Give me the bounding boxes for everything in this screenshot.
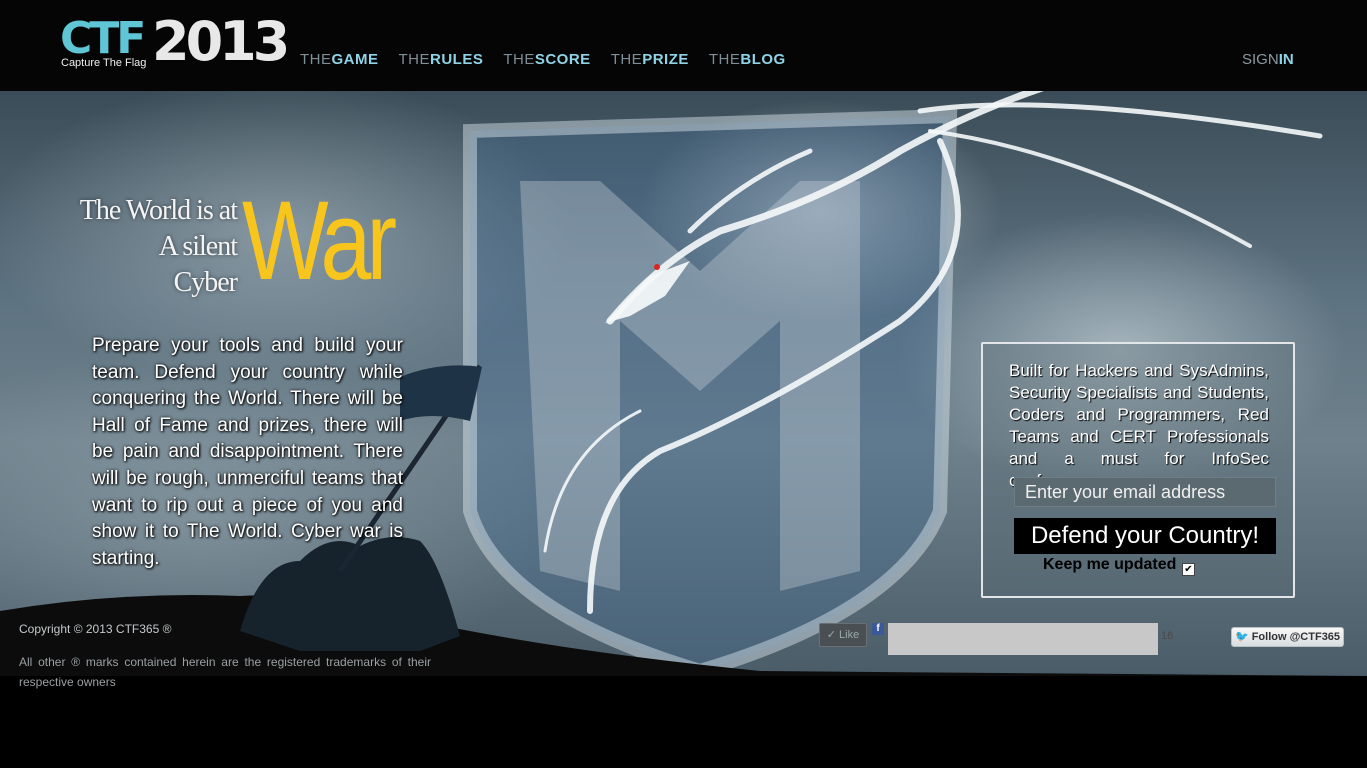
tagline-line-3: Cyber bbox=[173, 267, 238, 298]
nav-rules[interactable]: THERULES bbox=[399, 51, 484, 71]
signin-label: IN bbox=[1278, 51, 1294, 68]
main-nav: THEGAME THERULES THESCORE THEPRIZE THEBL… bbox=[300, 51, 806, 71]
nav-label: BLOG bbox=[740, 51, 786, 68]
defend-country-button[interactable]: Defend your Country! bbox=[1014, 518, 1276, 554]
like-count: 16 bbox=[1161, 630, 1174, 642]
copyright-text: Copyright © 2013 CTF365 ® bbox=[19, 622, 172, 636]
nav-game[interactable]: THEGAME bbox=[300, 51, 379, 71]
twitter-bird-icon: 🐦 bbox=[1234, 631, 1249, 643]
facebook-like-box bbox=[888, 623, 1158, 655]
dragon-eye bbox=[654, 264, 660, 270]
nav-prefix: THE bbox=[300, 51, 332, 68]
trademark-notice: All other ® marks contained herein are t… bbox=[19, 655, 431, 689]
hero-banner: The World is at A silent Cyber War Prepa… bbox=[0, 91, 1367, 676]
signin-link[interactable]: SIGNIN bbox=[1242, 51, 1294, 68]
nav-prefix: THE bbox=[503, 51, 535, 68]
tagline-line-2: A silent bbox=[158, 231, 238, 262]
like-label: Like bbox=[839, 629, 860, 641]
keep-updated-label: Keep me updated bbox=[1043, 556, 1177, 573]
war-heading: War bbox=[242, 178, 397, 303]
nav-prefix: THE bbox=[708, 51, 741, 68]
nav-score[interactable]: THESCORE bbox=[503, 51, 590, 71]
keep-updated-checkbox[interactable]: ✔ bbox=[1182, 563, 1195, 576]
intro-paragraph: Prepare your tools and build your team. … bbox=[92, 335, 403, 569]
top-bar: CTF 2013 Capture The Flag THEGAME THERUL… bbox=[0, 0, 1367, 91]
logo-subtitle: Capture The Flag bbox=[61, 57, 147, 69]
signup-box: Built for Hackers and SysAdmins, Securit… bbox=[981, 342, 1295, 598]
logo-ctf-text: CTF bbox=[60, 13, 146, 64]
twitter-follow-button[interactable]: 🐦 Follow @CTF365 bbox=[1231, 627, 1344, 647]
nav-label: RULES bbox=[430, 51, 484, 68]
signup-description: Built for Hackers and SysAdmins, Securit… bbox=[1009, 361, 1269, 490]
nav-label: PRIZE bbox=[642, 51, 689, 68]
nav-prize[interactable]: THEPRIZE bbox=[611, 51, 689, 71]
facebook-like-button[interactable]: ✓ Like bbox=[819, 623, 867, 647]
nav-blog[interactable]: THEBLOG bbox=[709, 51, 786, 71]
flag bbox=[400, 365, 482, 421]
check-icon: ✓ bbox=[826, 629, 836, 641]
nav-label: GAME bbox=[331, 51, 379, 68]
tagline-line-1: The World is at bbox=[79, 195, 238, 226]
ctf2013-logo[interactable]: CTF 2013 Capture The Flag bbox=[60, 13, 290, 76]
nav-label: SCORE bbox=[534, 51, 591, 68]
headline: The World is at A silent Cyber War bbox=[80, 185, 407, 311]
signin-prefix: SIGN bbox=[1242, 51, 1279, 68]
logo-year-text: 2013 bbox=[152, 10, 290, 73]
facebook-icon: f bbox=[872, 623, 884, 635]
follow-label: Follow @CTF365 bbox=[1251, 631, 1341, 643]
nav-prefix: THE bbox=[610, 51, 643, 68]
nav-prefix: THE bbox=[398, 51, 430, 68]
email-field[interactable] bbox=[1014, 477, 1276, 507]
